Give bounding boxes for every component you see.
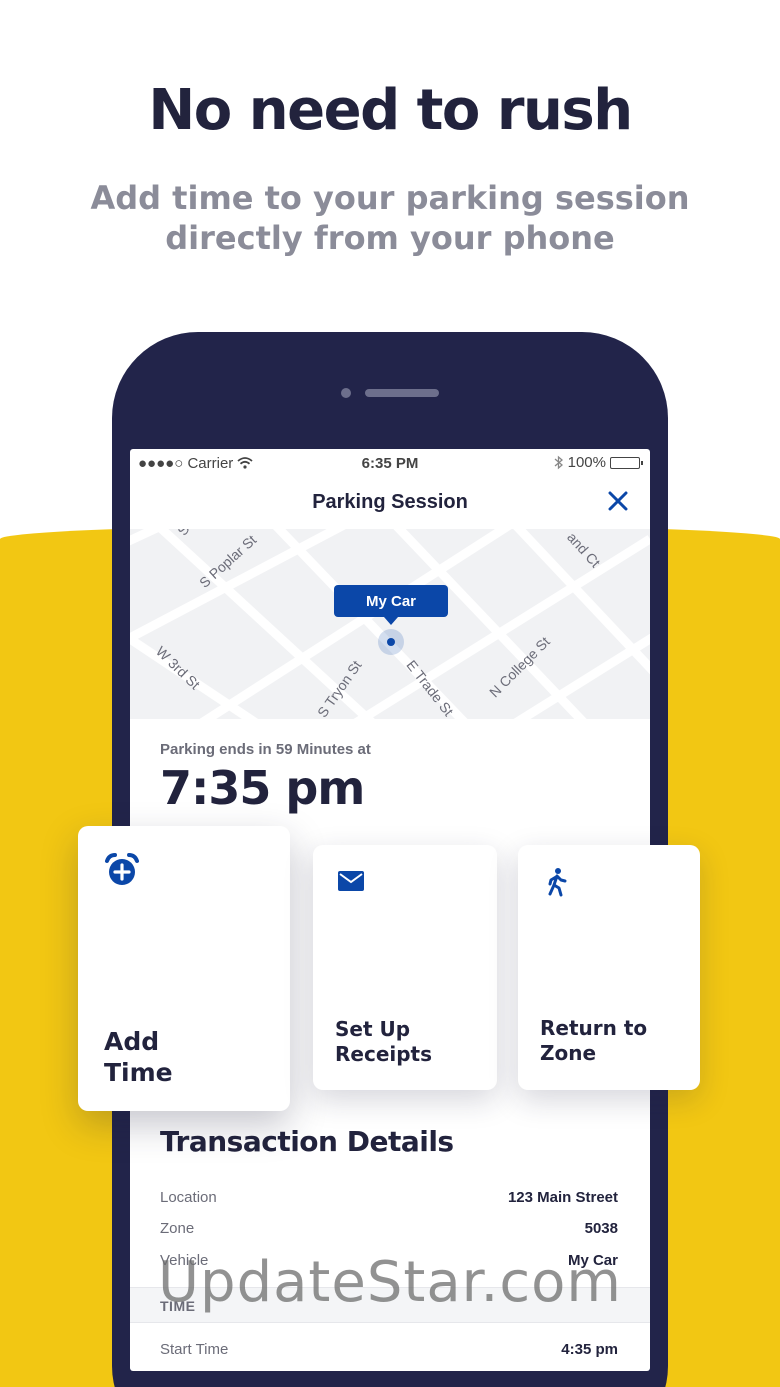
map-pin-dot <box>387 638 395 646</box>
detail-key: Zone <box>160 1220 195 1237</box>
detail-row-location: Location 123 Main Street <box>160 1189 618 1209</box>
receipts-label-line1: Set Up <box>335 1017 411 1041</box>
status-bar: ●●●●○ Carrier 6:35 PM 100% <box>130 449 650 477</box>
watermark-text: UpdateStar.com <box>158 1250 622 1315</box>
phone-speaker <box>365 389 439 397</box>
add-time-label-line1: Add <box>104 1027 160 1056</box>
nav-title: Parking Session <box>312 491 468 513</box>
promo-subheadline-line2: directly from your phone <box>165 219 615 257</box>
detail-key: Location <box>160 1189 217 1206</box>
return-zone-label-line1: Return to <box>540 1016 648 1040</box>
add-time-button[interactable]: Add Time <box>78 826 290 1111</box>
detail-value: 5038 <box>584 1220 618 1237</box>
set-up-receipts-button[interactable]: Set Up Receipts <box>313 845 497 1090</box>
detail-row-start-time: Start Time 4:35 pm <box>160 1341 618 1361</box>
promo-subheadline: Add time to your parking session directl… <box>60 178 720 258</box>
status-right: 100% <box>554 454 643 471</box>
detail-value: 123 Main Street <box>507 1189 618 1206</box>
return-to-zone-button[interactable]: Return to Zone <box>518 845 700 1090</box>
promo-subheadline-line1: Add time to your parking session <box>90 179 690 217</box>
battery-percent: 100% <box>567 454 606 471</box>
close-icon[interactable] <box>604 487 632 515</box>
phone-camera <box>341 388 351 398</box>
detail-value: 4:35 pm <box>561 1341 618 1358</box>
detail-row-zone: Zone 5038 <box>160 1220 618 1240</box>
bluetooth-icon <box>554 455 563 470</box>
battery-icon <box>610 456 643 469</box>
map-pin-label[interactable]: My Car <box>334 585 448 625</box>
promo-headline: No need to rush <box>148 78 633 143</box>
transaction-details-title: Transaction Details <box>160 1125 454 1158</box>
walking-person-icon <box>548 868 567 897</box>
parking-ends-time: 7:35 pm <box>160 761 365 815</box>
alarm-clock-add-icon <box>105 853 139 885</box>
receipts-label: Set Up Receipts <box>335 1017 432 1067</box>
add-time-label-line2: Time <box>104 1058 173 1088</box>
parking-ends-label: Parking ends in 59 Minutes at <box>160 741 371 758</box>
envelope-icon <box>338 871 364 891</box>
return-zone-label: Return to Zone <box>540 1016 647 1066</box>
detail-key: Start Time <box>160 1341 229 1358</box>
return-zone-label-line2: Zone <box>540 1041 597 1065</box>
receipts-label-line2: Receipts <box>335 1042 433 1066</box>
add-time-label: Add Time <box>104 1026 173 1089</box>
map-view[interactable]: S S Poplar St W 3rd St S Tryon St E Trad… <box>130 529 650 719</box>
